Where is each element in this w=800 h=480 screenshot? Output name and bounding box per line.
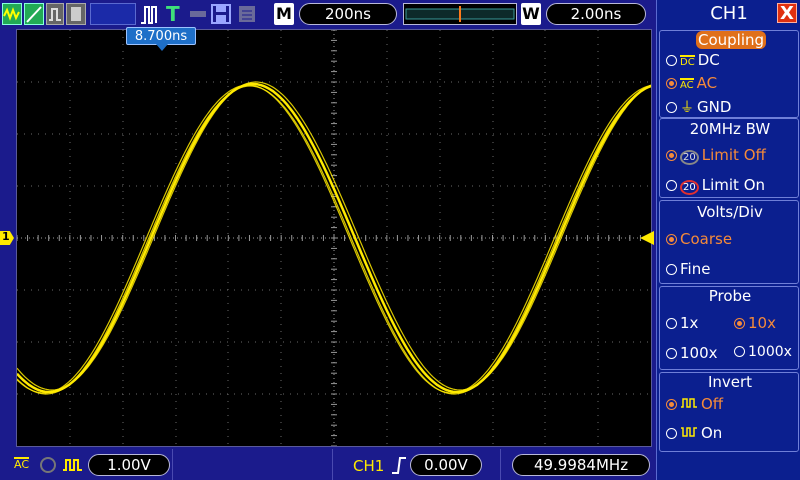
- menu-badge[interactable]: M: [274, 3, 294, 25]
- trigger-source-label: CH1: [353, 457, 385, 475]
- invert-option-off[interactable]: Off: [666, 395, 723, 413]
- top-status-bar: T M 200ns W 2.00ns: [0, 0, 656, 28]
- volts-div-option-coarse[interactable]: Coarse: [666, 230, 732, 248]
- radio-icon: [666, 264, 677, 275]
- coupling-option-gnd[interactable]: ⏚ GND: [666, 97, 731, 117]
- waveform-graticule: [17, 30, 651, 446]
- invert-on-icon: [680, 426, 698, 441]
- probe-option-10x[interactable]: 10x: [734, 314, 776, 332]
- probe-option-1x[interactable]: 1x: [666, 314, 698, 332]
- save-icon[interactable]: [210, 3, 232, 25]
- usb-icon: [188, 3, 208, 25]
- run-status-box: [90, 3, 136, 25]
- trigger-position-arrow-icon[interactable]: [156, 44, 168, 51]
- trigger-type-icon: [140, 3, 158, 25]
- rising-edge-icon: [390, 455, 408, 479]
- divider: [332, 449, 333, 480]
- invert-off-icon: [680, 397, 698, 412]
- probe-option-label: 1x: [680, 314, 699, 332]
- radio-icon: [666, 399, 677, 410]
- invert-icon: [62, 456, 84, 478]
- channel2-icon[interactable]: [46, 3, 64, 25]
- bw-20-icon: 20: [680, 150, 699, 165]
- radio-icon: [666, 348, 677, 359]
- math-icon[interactable]: [66, 3, 86, 25]
- print-icon[interactable]: [236, 3, 258, 25]
- invert-option-label: On: [701, 424, 723, 442]
- time-scale-display[interactable]: 200ns: [299, 3, 397, 25]
- probe-option-100x[interactable]: 100x: [666, 344, 718, 362]
- probe-option-label: 100x: [680, 344, 718, 362]
- invert-option-on[interactable]: On: [666, 424, 722, 442]
- bw-limit-title: 20MHz BW: [689, 120, 771, 138]
- memory-position-bar[interactable]: [403, 3, 517, 25]
- bw-limit-section[interactable]: 20MHz BW 20 Limit Off 20 Limit On: [659, 118, 799, 198]
- radio-icon: [666, 234, 677, 245]
- probe-option-label: 1000x: [748, 344, 792, 360]
- coupling-title: Coupling: [696, 31, 766, 49]
- bw-limit-icon: [38, 456, 58, 478]
- volts-div-option-label: Coarse: [680, 230, 733, 248]
- bw-option-limit-off[interactable]: 20 Limit Off: [666, 146, 766, 165]
- channel1-marker-label: 1: [2, 230, 10, 243]
- volts-div-section[interactable]: Volts/Div Coarse Fine: [659, 200, 799, 284]
- trigger-level-marker-icon[interactable]: [640, 231, 654, 245]
- slope-icon[interactable]: [24, 3, 44, 25]
- probe-option-label: 10x: [748, 314, 776, 332]
- volts-per-div-display[interactable]: 1.00V: [88, 454, 170, 476]
- bw-option-label: Limit On: [701, 176, 766, 194]
- bw-20-icon: 20: [680, 180, 699, 195]
- channel1-level-marker[interactable]: 1: [0, 231, 14, 245]
- bw-option-label: Limit Off: [701, 146, 766, 164]
- radio-icon: [734, 318, 745, 329]
- ac-glyph-icon: AC: [680, 78, 694, 91]
- invert-option-label: Off: [701, 395, 724, 413]
- window-badge[interactable]: W: [521, 3, 541, 25]
- coupling-option-label: DC: [697, 51, 720, 69]
- radio-icon: [666, 102, 677, 113]
- trigger-position-label: 8.700ns: [126, 27, 196, 45]
- coupling-option-label: GND: [697, 98, 732, 116]
- trigger-status-indicator: T: [166, 2, 180, 26]
- close-icon[interactable]: X: [777, 3, 797, 23]
- radio-icon: [666, 150, 677, 161]
- probe-title: Probe: [708, 287, 752, 305]
- volts-div-option-label: Fine: [680, 260, 711, 278]
- ground-icon: ⏚: [680, 100, 694, 116]
- radio-icon: [666, 55, 677, 66]
- window-time-display[interactable]: 2.00ns: [546, 3, 646, 25]
- radio-icon: [666, 318, 677, 329]
- divider: [172, 449, 173, 480]
- volts-div-option-fine[interactable]: Fine: [666, 260, 710, 278]
- waveform-icon[interactable]: [2, 3, 22, 25]
- ch1-menu-panel: CH1 X Coupling DC DC AC AC ⏚ GND 20MHz BW 2…: [656, 0, 800, 480]
- coupling-section[interactable]: Coupling DC DC AC AC ⏚ GND: [659, 30, 799, 118]
- coupling-option-label: AC: [696, 74, 718, 92]
- probe-section[interactable]: Probe 1x 10x 100x 1000x: [659, 286, 799, 370]
- probe-option-1000x[interactable]: 1000x: [734, 344, 792, 360]
- dc-glyph-icon: DC: [680, 55, 695, 68]
- divider: [500, 449, 501, 480]
- bw-option-limit-on[interactable]: 20 Limit On: [666, 176, 765, 195]
- coupling-option-ac[interactable]: AC AC: [666, 74, 717, 92]
- frequency-readout: 49.9984MHz: [512, 454, 650, 476]
- trigger-level-display[interactable]: 0.00V: [410, 454, 482, 476]
- coupling-ac-icon: AC: [14, 457, 30, 471]
- invert-title: Invert: [707, 373, 753, 391]
- coupling-option-dc[interactable]: DC DC: [666, 51, 720, 69]
- bottom-status-bar: AC 1.00V CH1 0.00V 49.9984MHz: [0, 449, 656, 480]
- waveform-display[interactable]: 8.700ns: [16, 27, 652, 447]
- radio-icon: [666, 428, 677, 439]
- radio-icon: [734, 346, 745, 357]
- radio-icon: [666, 78, 677, 89]
- invert-section[interactable]: Invert Off On: [659, 372, 799, 452]
- radio-icon: [666, 180, 677, 191]
- volts-div-title: Volts/Div: [697, 203, 763, 221]
